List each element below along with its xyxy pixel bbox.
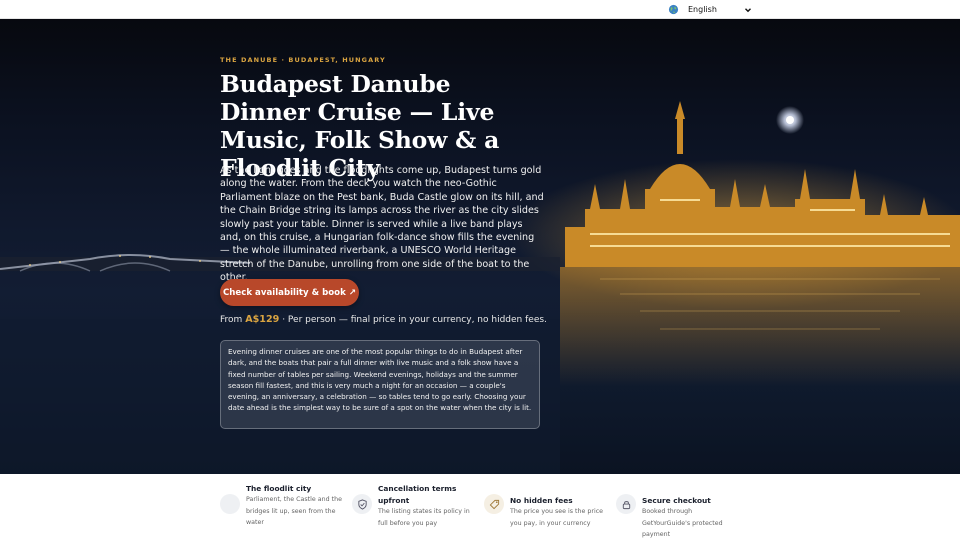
tag-icon — [484, 494, 504, 514]
lock-icon — [616, 494, 636, 514]
feature-title: No hidden fees — [510, 496, 573, 505]
feature-title: Cancellation terms upfront — [378, 484, 457, 505]
price-suffix: · Per person — final price in your curre… — [282, 315, 547, 325]
globe-icon — [668, 4, 679, 15]
hero-eyebrow: THE DANUBE · BUDAPEST, HUNGARY — [220, 56, 386, 64]
price-amount: A$129 — [245, 314, 280, 325]
language-selector[interactable]: English — [668, 3, 752, 16]
feature-description: Booked through GetYourGuide's protected … — [642, 508, 723, 538]
hero-description: As the light goes and the floodlights co… — [220, 165, 544, 284]
features-strip: The floodlit city Parliament, the Castle… — [0, 474, 960, 540]
language-value: English — [688, 5, 717, 14]
feature-description: The listing states its policy in full be… — [378, 508, 470, 527]
feature-description: The price you see is the price you pay, … — [510, 508, 604, 527]
price-line: From A$129 · Per person — final price in… — [220, 314, 547, 325]
shield-check-icon — [352, 494, 372, 514]
blank-icon — [220, 494, 240, 514]
booking-note: Evening dinner cruises are one of the mo… — [220, 340, 540, 429]
price-prefix: From — [220, 315, 243, 325]
check-availability-button[interactable]: Check availability & book ↗ — [220, 279, 359, 306]
chevron-down-icon — [745, 7, 751, 12]
top-bar: English — [0, 0, 960, 19]
feature-title: Secure checkout — [642, 496, 711, 505]
hero-section: THE DANUBE · BUDAPEST, HUNGARY Budapest … — [0, 19, 960, 474]
feature-title: The floodlit city — [246, 484, 312, 493]
feature-description: Parliament, the Castle and the bridges l… — [246, 496, 342, 526]
